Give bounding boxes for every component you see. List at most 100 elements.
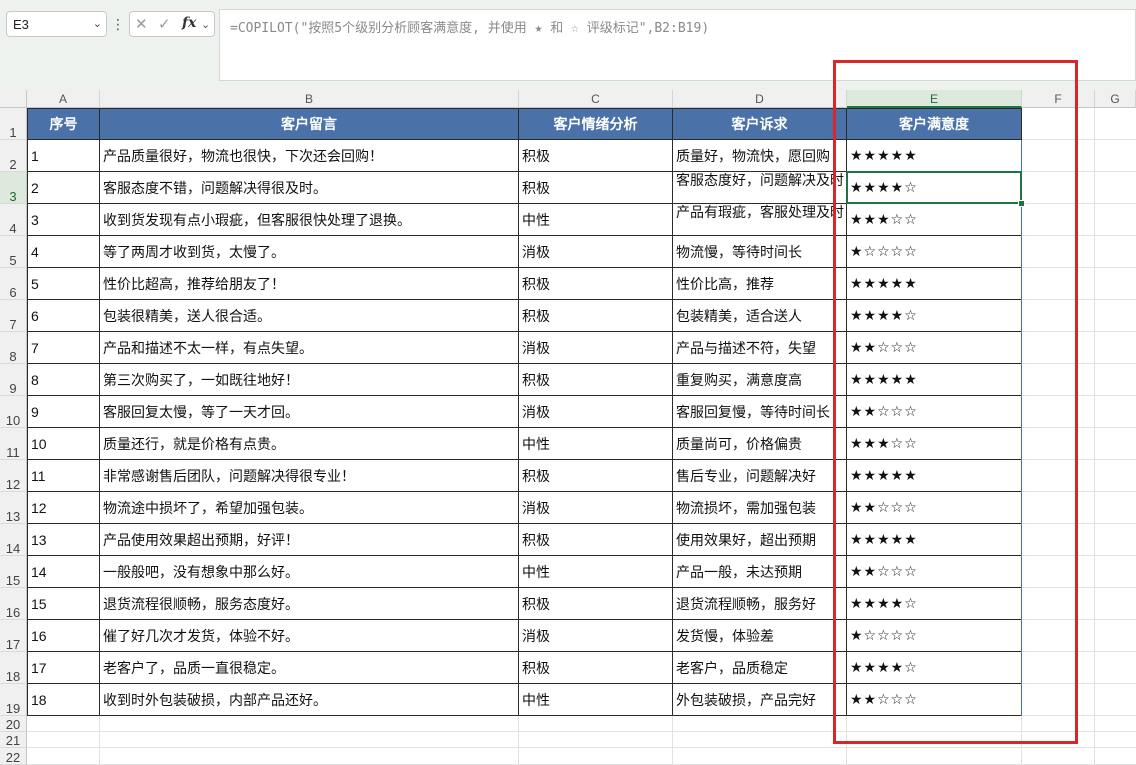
name-box[interactable]: E3 ⌄ xyxy=(6,11,107,37)
table-header-cell[interactable]: 客户情绪分析 xyxy=(519,108,673,140)
table-cell[interactable]: 消极 xyxy=(519,396,673,428)
table-cell[interactable]: 中性 xyxy=(519,684,673,716)
table-cell[interactable]: 消极 xyxy=(519,620,673,652)
enter-icon[interactable]: ✓ xyxy=(158,15,171,33)
table-cell[interactable]: 6 xyxy=(27,300,100,332)
table-cell[interactable]: 重复购买，满意度高 xyxy=(673,364,847,396)
table-cell[interactable]: 包装很精美，送人很合适。 xyxy=(100,300,519,332)
table-cell[interactable]: 4 xyxy=(27,236,100,268)
table-cell[interactable]: 性价比高，推荐 xyxy=(673,268,847,300)
table-cell[interactable]: 产品有瑕疵，客服处理及时 xyxy=(673,204,847,236)
row-header-14[interactable]: 14 xyxy=(0,524,27,556)
column-header-b[interactable]: B xyxy=(100,90,519,108)
chevron-down-icon[interactable]: ⌄ xyxy=(201,18,210,31)
table-cell[interactable]: 15 xyxy=(27,588,100,620)
table-cell[interactable]: 性价比超高，推荐给朋友了！ xyxy=(100,268,519,300)
row-header-2[interactable]: 2 xyxy=(0,140,27,172)
table-cell[interactable]: 产品和描述不太一样，有点失望。 xyxy=(100,332,519,364)
table-cell[interactable]: 产品使用效果超出预期，好评！ xyxy=(100,524,519,556)
table-cell[interactable]: 产品一般，未达预期 xyxy=(673,556,847,588)
table-cell[interactable]: 积极 xyxy=(519,588,673,620)
table-cell[interactable]: 客服态度不错，问题解决得很及时。 xyxy=(100,172,519,204)
table-cell[interactable]: 积极 xyxy=(519,460,673,492)
row-header-21[interactable]: 21 xyxy=(0,732,27,748)
column-header-a[interactable]: A xyxy=(27,90,100,108)
row-header-9[interactable]: 9 xyxy=(0,364,27,396)
row-header-15[interactable]: 15 xyxy=(0,556,27,588)
table-cell[interactable]: 产品与描述不符，失望 xyxy=(673,332,847,364)
table-cell[interactable]: 消极 xyxy=(519,236,673,268)
row-header-19[interactable]: 19 xyxy=(0,684,27,716)
row-header-6[interactable]: 6 xyxy=(0,268,27,300)
table-cell[interactable]: 中性 xyxy=(519,204,673,236)
table-cell[interactable]: 12 xyxy=(27,492,100,524)
table-cell[interactable]: 产品质量很好，物流也很快，下次还会回购！ xyxy=(100,140,519,172)
row-header-5[interactable]: 5 xyxy=(0,236,27,268)
table-cell[interactable]: 收到货发现有点小瑕疵，但客服很快处理了退换。 xyxy=(100,204,519,236)
table-cell[interactable]: 消极 xyxy=(519,332,673,364)
cancel-icon[interactable]: ✕ xyxy=(135,15,148,33)
table-cell[interactable]: 非常感谢售后团队，问题解决得很专业！ xyxy=(100,460,519,492)
table-cell[interactable]: 催了好几次才发货，体验不好。 xyxy=(100,620,519,652)
insert-function-button[interactable]: fx xyxy=(182,15,196,31)
table-cell[interactable]: 积极 xyxy=(519,172,673,204)
table-cell[interactable]: 质量还行，就是价格有点贵。 xyxy=(100,428,519,460)
chevron-down-icon[interactable]: ⌄ xyxy=(93,17,102,30)
table-cell[interactable]: 使用效果好，超出预期 xyxy=(673,524,847,556)
table-cell[interactable]: 9 xyxy=(27,396,100,428)
column-header-d[interactable]: D xyxy=(673,90,847,108)
table-cell[interactable]: 老客户了，品质一直很稳定。 xyxy=(100,652,519,684)
table-cell[interactable]: 积极 xyxy=(519,300,673,332)
table-cell[interactable]: 老客户，品质稳定 xyxy=(673,652,847,684)
table-cell[interactable]: 第三次购买了，一如既往地好！ xyxy=(100,364,519,396)
table-cell[interactable]: 8 xyxy=(27,364,100,396)
row-header-16[interactable]: 16 xyxy=(0,588,27,620)
table-cell[interactable]: 7 xyxy=(27,332,100,364)
table-cell[interactable]: 1 xyxy=(27,140,100,172)
table-cell[interactable]: 中性 xyxy=(519,556,673,588)
table-cell[interactable]: 退货流程顺畅，服务好 xyxy=(673,588,847,620)
row-header-13[interactable]: 13 xyxy=(0,492,27,524)
table-cell[interactable]: 10 xyxy=(27,428,100,460)
table-cell[interactable]: 积极 xyxy=(519,652,673,684)
table-cell[interactable]: 14 xyxy=(27,556,100,588)
table-cell[interactable]: 等了两周才收到货，太慢了。 xyxy=(100,236,519,268)
column-header-g[interactable]: G xyxy=(1095,90,1136,108)
table-cell[interactable]: 物流慢，等待时间长 xyxy=(673,236,847,268)
row-header-4[interactable]: 4 xyxy=(0,204,27,236)
row-header-12[interactable]: 12 xyxy=(0,460,27,492)
table-cell[interactable]: 外包装破损，产品完好 xyxy=(673,684,847,716)
row-header-20[interactable]: 20 xyxy=(0,716,27,732)
row-header-17[interactable]: 17 xyxy=(0,620,27,652)
table-cell[interactable]: 消极 xyxy=(519,492,673,524)
row-header-7[interactable]: 7 xyxy=(0,300,27,332)
row-header-18[interactable]: 18 xyxy=(0,652,27,684)
table-cell[interactable]: 积极 xyxy=(519,268,673,300)
more-options-icon[interactable]: ⋮ xyxy=(111,13,125,35)
table-cell[interactable]: 积极 xyxy=(519,524,673,556)
row-header-22[interactable]: 22 xyxy=(0,748,27,765)
table-cell[interactable]: 质量尚可，价格偏贵 xyxy=(673,428,847,460)
table-cell[interactable]: 2 xyxy=(27,172,100,204)
row-header-8[interactable]: 8 xyxy=(0,332,27,364)
select-all-corner[interactable] xyxy=(0,90,27,108)
table-cell[interactable]: 退货流程很顺畅，服务态度好。 xyxy=(100,588,519,620)
table-cell[interactable]: 质量好，物流快，愿回购 xyxy=(673,140,847,172)
table-cell[interactable]: 一般般吧，没有想象中那么好。 xyxy=(100,556,519,588)
table-cell[interactable]: 收到时外包装破损，内部产品还好。 xyxy=(100,684,519,716)
table-cell[interactable]: 18 xyxy=(27,684,100,716)
table-header-cell[interactable]: 客户留言 xyxy=(100,108,519,140)
row-header-1[interactable]: 1 xyxy=(0,108,27,140)
table-cell[interactable]: 积极 xyxy=(519,140,673,172)
table-cell[interactable]: 客服回复慢，等待时间长 xyxy=(673,396,847,428)
table-cell[interactable]: 中性 xyxy=(519,428,673,460)
table-cell[interactable]: 17 xyxy=(27,652,100,684)
table-cell[interactable]: 3 xyxy=(27,204,100,236)
table-cell[interactable]: 发货慢，体验差 xyxy=(673,620,847,652)
table-cell[interactable]: 客服回复太慢，等了一天才回。 xyxy=(100,396,519,428)
table-cell[interactable]: 客服态度好，问题解决及时 xyxy=(673,172,847,204)
row-header-10[interactable]: 10 xyxy=(0,396,27,428)
row-header-3[interactable]: 3 xyxy=(0,172,27,204)
column-header-c[interactable]: C xyxy=(519,90,673,108)
table-cell[interactable]: 包装精美，适合送人 xyxy=(673,300,847,332)
